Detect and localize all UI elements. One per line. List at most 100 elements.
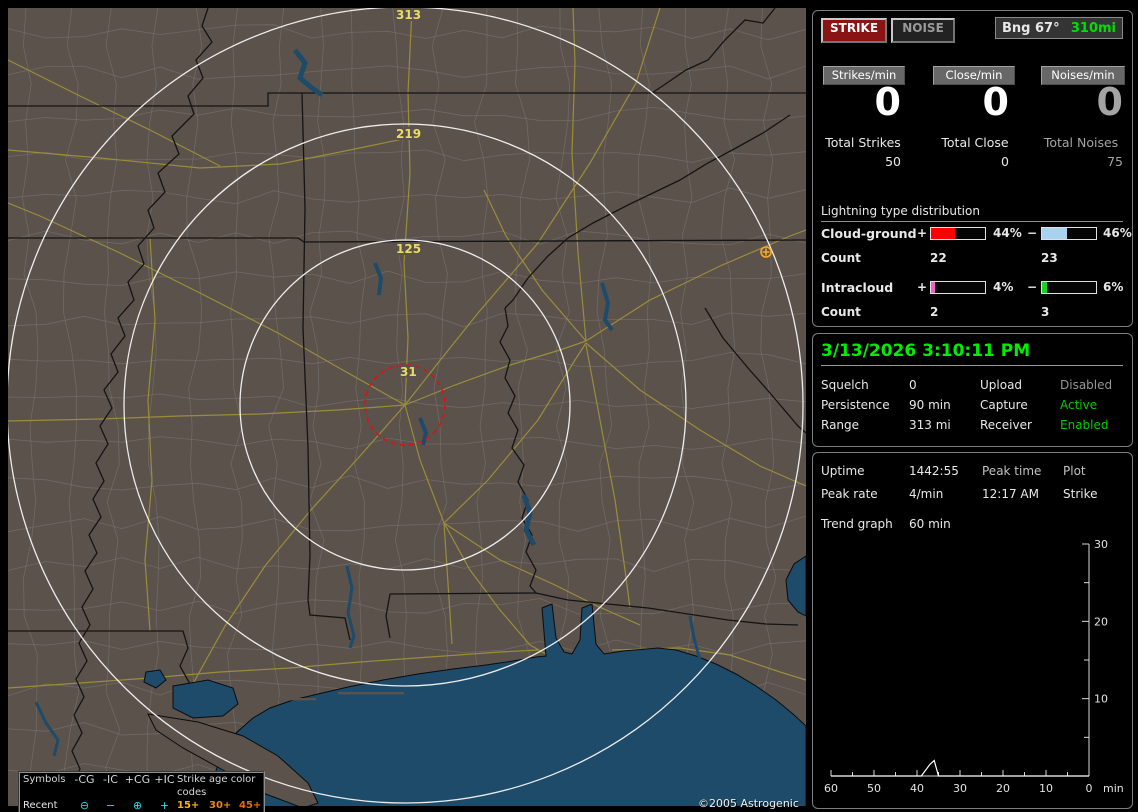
legend-col-pos-ic: +IC bbox=[154, 773, 175, 786]
trend-graph-label: Trend graph bbox=[821, 517, 893, 531]
legend-recent-row: Recent ⊖ − ⊕ + 15+ 30+ 45+ bbox=[20, 799, 263, 812]
svg-text:20: 20 bbox=[1094, 615, 1108, 628]
cloud-ground-neg-pct: 46% bbox=[1103, 226, 1132, 240]
cloud-ground-label: Cloud-ground bbox=[821, 226, 917, 241]
peak-time-header: Peak time bbox=[982, 464, 1042, 478]
squelch-label: Squelch bbox=[821, 378, 869, 392]
legend-col-pos-cg: +CG bbox=[124, 773, 151, 786]
strike-symbol-pos-cg-icon bbox=[760, 246, 772, 258]
cloud-ground-pos-count: 22 bbox=[930, 251, 947, 265]
ring-label-125: 125 bbox=[396, 242, 421, 256]
svg-text:10: 10 bbox=[1039, 782, 1053, 795]
noise-mode-button[interactable]: NOISE bbox=[891, 18, 955, 43]
upload-label: Upload bbox=[980, 378, 1023, 392]
intracloud-neg-count: 3 bbox=[1041, 305, 1050, 319]
minus-sign: − bbox=[1027, 280, 1038, 294]
copyright-text: ©2005 Astrogenic Systems bbox=[698, 797, 799, 812]
strike-rate-trend-chart: 10 20 30 0 10 20 30 40 50 60 min bbox=[824, 538, 1124, 795]
age-code-15: 15+ bbox=[177, 800, 200, 811]
age-code-30: 30+ bbox=[209, 800, 232, 811]
squelch-value: 0 bbox=[909, 378, 917, 392]
legend-col-neg-ic: -IC bbox=[103, 773, 118, 786]
age-code-45: 45+ bbox=[239, 800, 262, 811]
close-per-min-value: 0 bbox=[982, 80, 1009, 124]
plus-sign: + bbox=[917, 226, 928, 240]
ring-label-313: 313 bbox=[396, 8, 421, 22]
persistence-label: Persistence bbox=[821, 398, 890, 412]
peak-rate-value: 4/min bbox=[909, 487, 944, 501]
trend-graph-value: 60 min bbox=[909, 517, 951, 531]
svg-text:20: 20 bbox=[996, 782, 1010, 795]
cloud-ground-pos-bar bbox=[930, 227, 986, 240]
receiver-status: Enabled bbox=[1060, 418, 1109, 432]
plot-value: Strike bbox=[1063, 487, 1098, 501]
map-legend: Symbols -CG -IC +CG +IC Strike age color… bbox=[18, 771, 265, 812]
intracloud-pos-count: 2 bbox=[930, 305, 939, 319]
distribution-title: Lightning type distribution bbox=[821, 204, 1123, 222]
minus-icon: − bbox=[105, 799, 116, 812]
total-close-value: 0 bbox=[1001, 154, 1009, 169]
map-canvas: 313 219 125 31 bbox=[6, 6, 807, 812]
minus-sign: − bbox=[1027, 226, 1038, 240]
status-panel: 3/13/2026 3:10:11 PM Squelch 0 Upload Di… bbox=[812, 333, 1133, 447]
bearing-readout: Bng 67° 310mi bbox=[995, 17, 1123, 39]
peak-rate-label: Peak rate bbox=[821, 487, 878, 501]
total-noises-label: Total Noises bbox=[1043, 135, 1119, 150]
intracloud-pos-pct: 4% bbox=[993, 280, 1014, 294]
cloud-ground-neg-bar bbox=[1041, 227, 1097, 240]
capture-status: Active bbox=[1060, 398, 1098, 412]
lightning-map[interactable]: 313 219 125 31 Symbols -CG -IC +CG +IC S… bbox=[6, 6, 807, 812]
plot-header: Plot bbox=[1063, 464, 1086, 478]
intracloud-neg-pct: 6% bbox=[1103, 280, 1124, 294]
svg-text:10: 10 bbox=[1094, 693, 1108, 706]
ring-label-219: 219 bbox=[396, 127, 421, 141]
strike-counters-panel: STRIKE NOISE Bng 67° 310mi Strikes/min C… bbox=[812, 10, 1133, 327]
cloud-ground-pos-pct: 44% bbox=[993, 226, 1022, 240]
range-value: 313 mi bbox=[909, 418, 951, 432]
svg-text:min: min bbox=[1103, 782, 1124, 795]
receiver-label: Receiver bbox=[980, 418, 1032, 432]
noises-per-min-value: 0 bbox=[1096, 80, 1123, 124]
intracloud-pos-bar bbox=[930, 281, 986, 294]
total-close-label: Total Close bbox=[941, 135, 1009, 150]
total-strikes-value: 50 bbox=[885, 154, 901, 169]
count-label: Count bbox=[821, 305, 861, 319]
cloud-ground-neg-count: 23 bbox=[1041, 251, 1058, 265]
svg-text:40: 40 bbox=[910, 782, 924, 795]
barrier-island bbox=[258, 698, 316, 701]
bearing-range-value: 310mi bbox=[1070, 20, 1116, 36]
svg-text:30: 30 bbox=[1094, 538, 1108, 551]
circle-minus-icon: ⊖ bbox=[79, 799, 90, 812]
strike-mode-button[interactable]: STRIKE bbox=[821, 18, 887, 43]
plus-sign: + bbox=[917, 280, 928, 294]
plus-icon: + bbox=[159, 799, 170, 812]
persistence-value: 90 min bbox=[909, 398, 951, 412]
svg-text:0: 0 bbox=[1086, 782, 1093, 795]
legend-header-row: Symbols -CG -IC +CG +IC Strike age color… bbox=[20, 773, 263, 799]
uptime-value: 1442:55 bbox=[909, 464, 959, 478]
strikes-per-min-value: 0 bbox=[874, 80, 901, 124]
intracloud-label: Intracloud bbox=[821, 280, 894, 295]
uptime-label: Uptime bbox=[821, 464, 865, 478]
nexstorm-app-window: 313 219 125 31 Symbols -CG -IC +CG +IC S… bbox=[0, 0, 1138, 812]
intracloud-neg-bar bbox=[1041, 281, 1097, 294]
capture-label: Capture bbox=[980, 398, 1028, 412]
ring-label-31: 31 bbox=[400, 365, 417, 379]
datetime-display: 3/13/2026 3:10:11 PM bbox=[821, 341, 1123, 366]
barrier-island bbox=[338, 692, 404, 695]
upload-status: Disabled bbox=[1060, 378, 1113, 392]
circle-plus-icon: ⊕ bbox=[132, 799, 143, 812]
svg-text:50: 50 bbox=[867, 782, 881, 795]
total-strikes-label: Total Strikes bbox=[825, 135, 901, 150]
peak-time-value: 12:17 AM bbox=[982, 487, 1039, 501]
svg-text:30: 30 bbox=[953, 782, 967, 795]
uptime-trend-panel: Uptime 1442:55 Peak time Plot Peak rate … bbox=[812, 452, 1133, 809]
legend-recent-label: Recent bbox=[23, 800, 58, 811]
legend-symbols-header: Symbols bbox=[23, 774, 66, 785]
total-noises-value: 75 bbox=[1107, 154, 1123, 169]
legend-age-header: Strike age color codes bbox=[177, 774, 256, 798]
range-label: Range bbox=[821, 418, 860, 432]
svg-text:60: 60 bbox=[824, 782, 838, 795]
bearing-value: Bng 67° bbox=[1002, 20, 1060, 36]
count-label: Count bbox=[821, 251, 861, 265]
